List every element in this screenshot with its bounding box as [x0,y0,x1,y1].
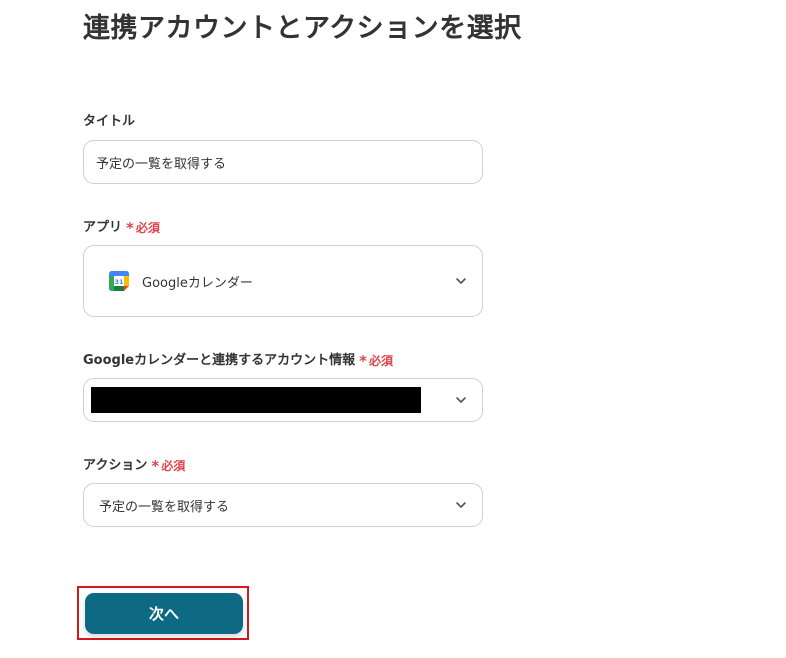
next-button[interactable]: 次へ [85,593,243,634]
account-select[interactable] [83,378,483,422]
required-badge: * 必須 [126,219,160,237]
asterisk-icon: * [126,218,134,237]
next-button-highlight: 次へ [77,586,249,640]
google-calendar-icon: 31 [109,271,129,291]
app-select[interactable]: 31 Googleカレンダー [83,245,483,317]
required-badge: * 必須 [151,457,185,475]
account-label: Googleカレンダーと連携するアカウント情報 * 必須 [83,352,393,370]
app-label: アプリ * 必須 [83,219,160,237]
calendar-icon-date: 31 [114,278,124,286]
page-title: 連携アカウントとアクションを選択 [83,13,522,44]
title-input[interactable] [84,141,482,183]
title-field[interactable] [83,140,483,184]
title-label-text: タイトル [83,114,136,129]
redacted-account-value [91,387,421,413]
required-text: 必須 [161,459,186,473]
app-select-value: Googleカレンダー [142,275,253,291]
action-select-value: 予定の一覧を取得する [99,499,230,515]
required-badge: * 必須 [359,352,393,370]
action-label: アクション * 必須 [83,457,185,475]
required-text: 必須 [135,221,160,235]
chevron-down-icon[interactable] [454,393,468,407]
chevron-down-icon[interactable] [454,274,468,288]
app-label-text: アプリ [83,220,123,235]
asterisk-icon: * [151,456,160,475]
chevron-down-icon[interactable] [454,498,468,512]
account-label-text: Googleカレンダーと連携するアカウント情報 [83,353,356,368]
title-label: タイトル [83,113,135,131]
asterisk-icon: * [359,351,367,370]
action-select[interactable]: 予定の一覧を取得する [83,483,483,527]
action-label-text: アクション [83,458,148,473]
page: 連携アカウントとアクションを選択 タイトル アプリ * 必須 31 Google… [0,0,786,658]
required-text: 必須 [368,354,393,368]
